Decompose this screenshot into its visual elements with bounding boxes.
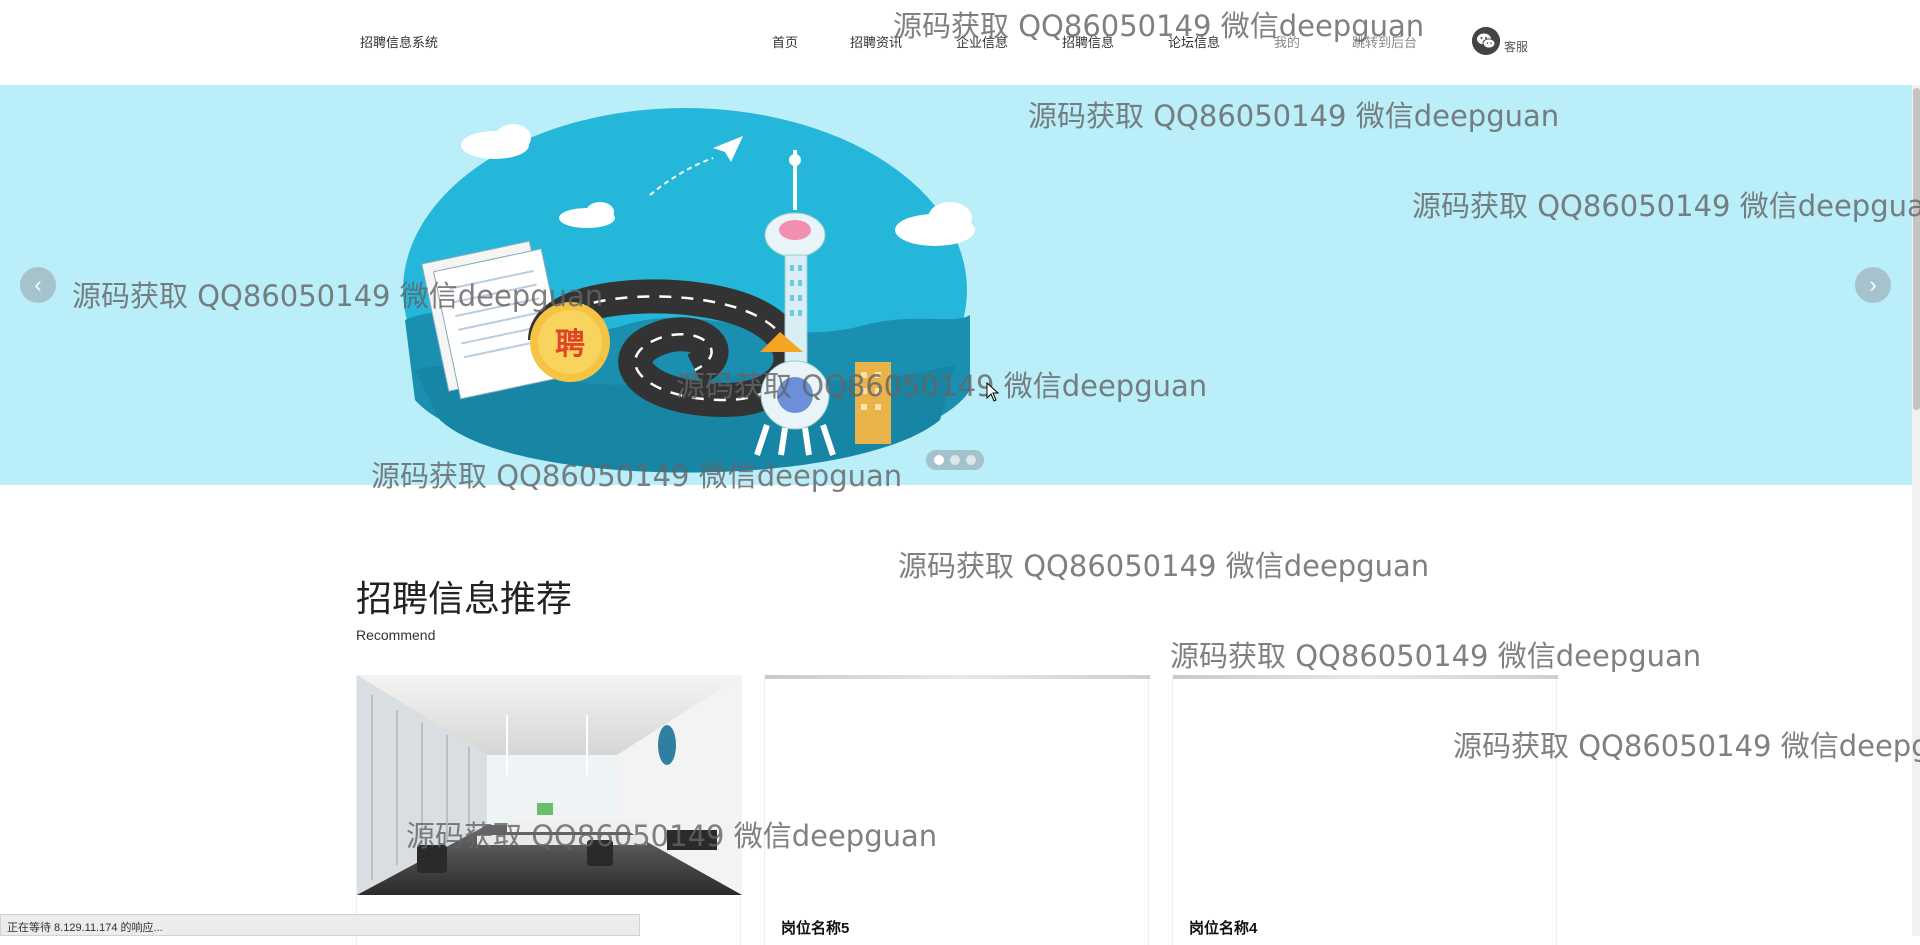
- top-header: 招聘信息系统 首页 招聘资讯 企业信息 招聘信息 论坛信息 我的 跳转到后台 客…: [0, 0, 1920, 85]
- watermark-text: 源码获取 QQ86050149 微信deepguan: [898, 549, 1430, 583]
- recruitment-illustration: 聘: [403, 108, 975, 473]
- wechat-icon: [1472, 27, 1500, 55]
- image-loading-placeholder: [765, 675, 1150, 679]
- nav-companies[interactable]: 企业信息: [956, 32, 1008, 51]
- carousel-dot-3[interactable]: [966, 455, 976, 465]
- chevron-right-icon: ›: [1869, 272, 1877, 297]
- nav-mine[interactable]: 我的: [1274, 32, 1300, 51]
- carousel-prev-button[interactable]: ‹: [20, 267, 56, 303]
- carousel-dot-1[interactable]: [934, 455, 944, 465]
- carousel-next-button[interactable]: ›: [1855, 267, 1891, 303]
- office-photo: [357, 675, 742, 895]
- page-scrollbar-thumb[interactable]: [1913, 88, 1920, 410]
- job-card[interactable]: 岗位名称4: [1172, 675, 1558, 945]
- nav-backend[interactable]: 跳转到后台: [1352, 32, 1417, 51]
- section-title: 招聘信息推荐: [356, 579, 573, 620]
- job-card-title[interactable]: 岗位名称4: [1189, 917, 1257, 938]
- mouse-cursor-icon: [986, 382, 1000, 402]
- customer-service-label: 客服: [1504, 39, 1529, 54]
- section-subtitle: Recommend: [356, 627, 436, 643]
- job-card-title[interactable]: 岗位名称5: [781, 917, 849, 938]
- nav-forum[interactable]: 论坛信息: [1168, 32, 1220, 51]
- carousel-indicators: [926, 450, 984, 470]
- chevron-left-icon: ‹: [34, 272, 42, 297]
- browser-status-bar: 正在等待 8.129.11.174 的响应...: [0, 914, 640, 936]
- watermark-text: 源码获取 QQ86050149 微信deepguan: [1170, 639, 1702, 673]
- main-nav: 首页 招聘资讯 企业信息 招聘信息 论坛信息 我的 跳转到后台: [0, 32, 1920, 52]
- hire-badge-text: 聘: [555, 327, 585, 362]
- nav-news[interactable]: 招聘资讯: [850, 32, 902, 51]
- nav-home[interactable]: 首页: [772, 32, 798, 51]
- banner-carousel[interactable]: 聘 ‹ ›: [0, 85, 1912, 485]
- nav-jobs[interactable]: 招聘信息: [1062, 32, 1114, 51]
- job-card[interactable]: 岗位名称5: [764, 675, 1150, 945]
- customer-service-button[interactable]: 客服: [1472, 26, 1528, 56]
- carousel-dot-2[interactable]: [950, 455, 960, 465]
- image-loading-placeholder: [1173, 675, 1558, 679]
- job-card[interactable]: [356, 675, 742, 945]
